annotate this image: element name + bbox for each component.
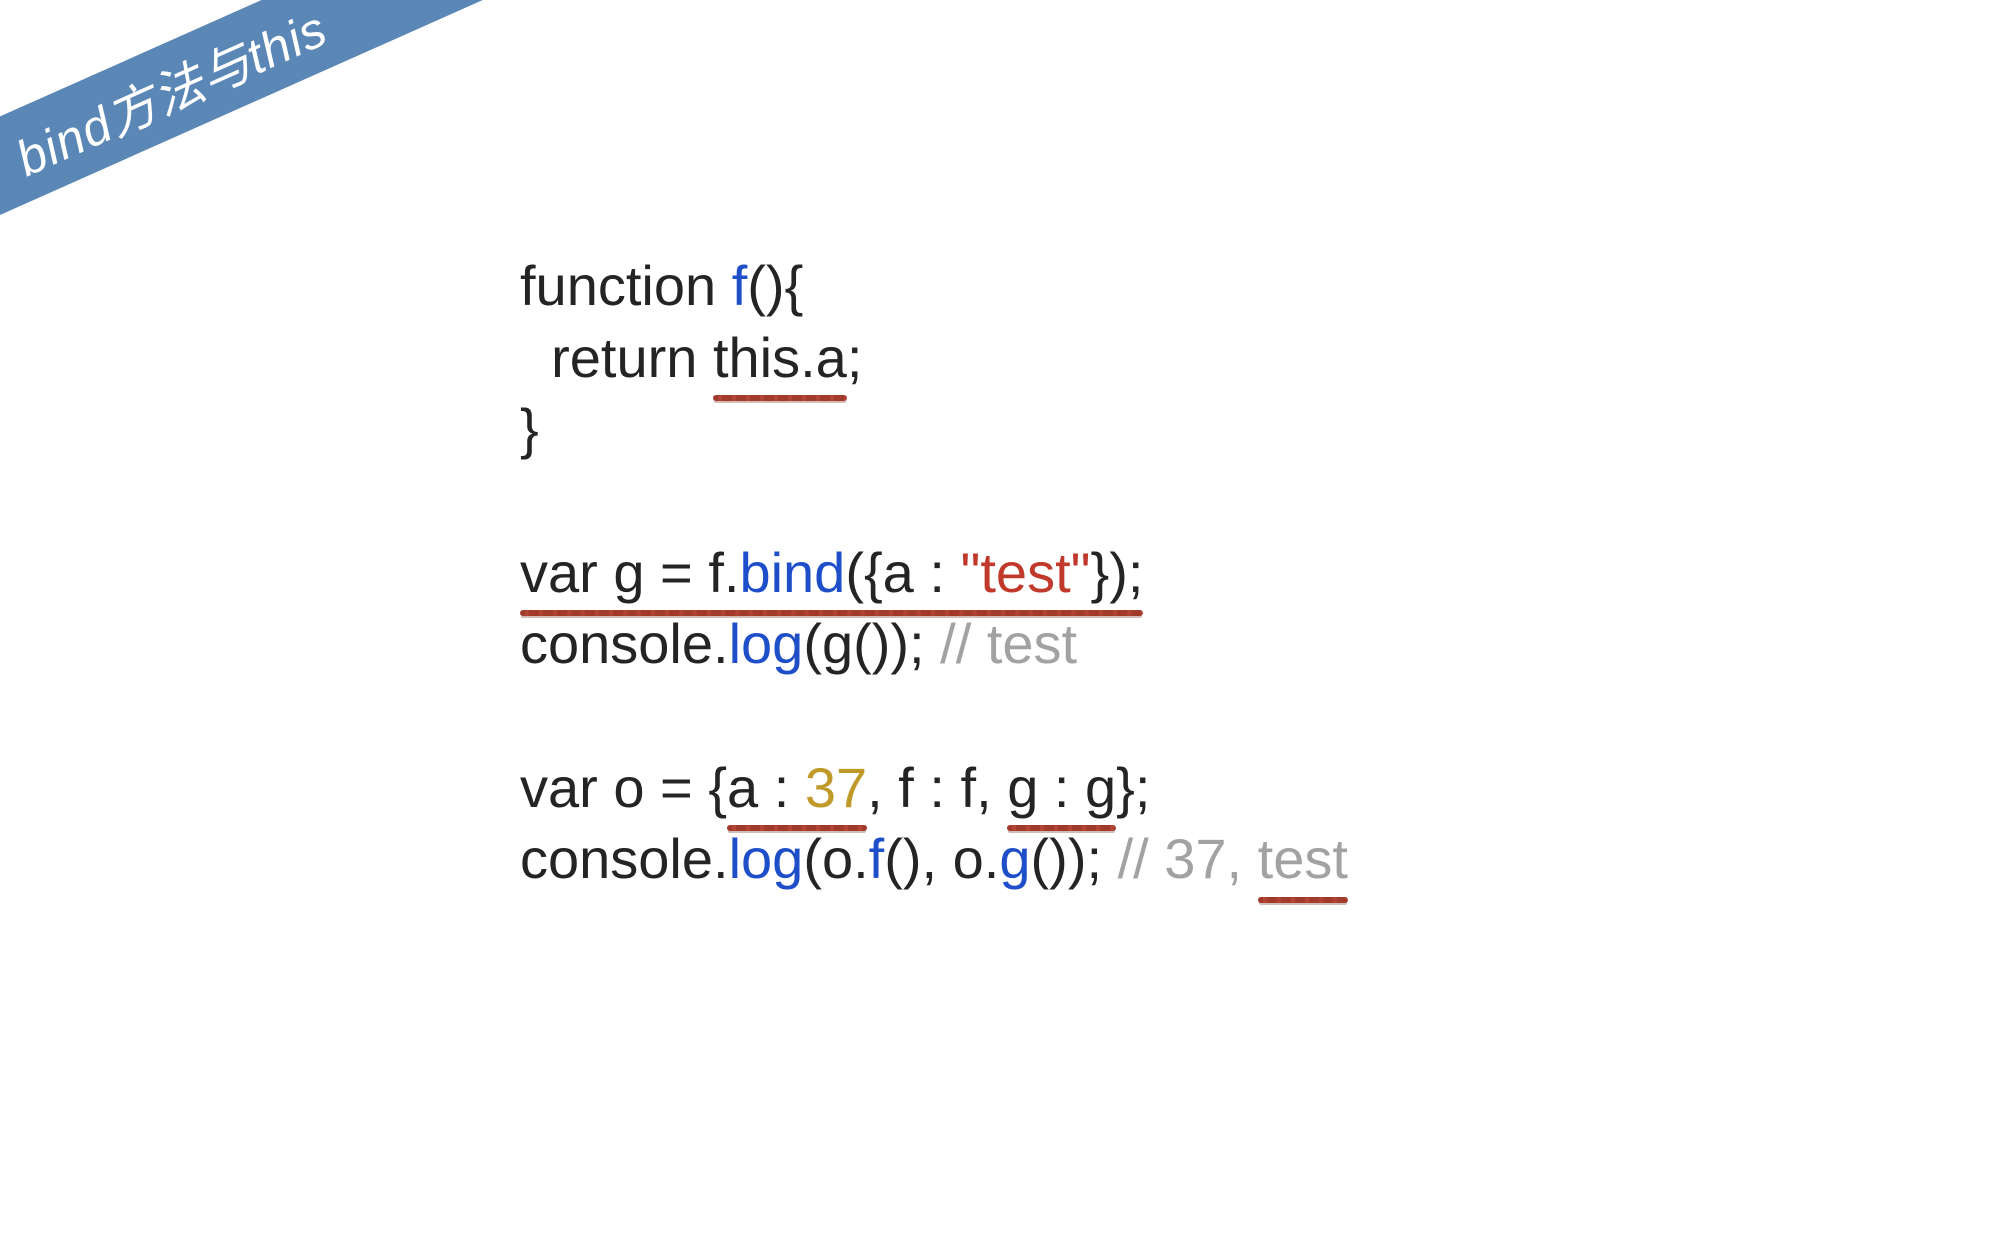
call-g: g: [999, 827, 1030, 890]
code-text: console.: [520, 612, 729, 675]
keyword-return: return: [520, 326, 713, 389]
code-block: function f(){ return this.a; } var g = f…: [520, 250, 1348, 895]
code-text: var g = f.: [520, 541, 739, 604]
call-f: f: [869, 827, 885, 890]
code-line-2: return this.a;: [520, 322, 1348, 394]
code-text: , f : f,: [867, 756, 1007, 819]
code-line-3: }: [520, 393, 1348, 465]
method-log: log: [729, 827, 804, 890]
code-text: a :: [727, 756, 805, 819]
code-text: });: [1091, 541, 1144, 604]
code-text: console.: [520, 827, 729, 890]
code-blank-1: [520, 465, 1348, 537]
code-text: ({a :: [845, 541, 960, 604]
number-37: 37: [805, 756, 867, 819]
code-line-8: var o = {a : 37, f : f, g : g};: [520, 752, 1348, 824]
code-text: (g());: [803, 612, 940, 675]
comment-test-ul: test: [1258, 823, 1348, 895]
prop-g: g : g: [1007, 752, 1116, 824]
code-text: ;: [847, 326, 863, 389]
comment-37: // 37,: [1118, 827, 1258, 890]
code-line-9: console.log(o.f(), o.g()); // 37, test: [520, 823, 1348, 895]
code-blank-2: [520, 680, 1348, 752]
expr-this-a: this.a: [713, 322, 847, 394]
method-bind: bind: [739, 541, 845, 604]
code-text: (), o.: [884, 827, 999, 890]
method-log: log: [729, 612, 804, 675]
code-line-5: var g = f.bind({a : "test"});: [520, 537, 1348, 609]
brace-close: }: [520, 397, 539, 460]
code-text: ());: [1031, 827, 1118, 890]
code-text: (o.: [803, 827, 868, 890]
function-name-f: f: [732, 254, 748, 317]
string-test: "test": [960, 541, 1090, 604]
comment-test: // test: [940, 612, 1077, 675]
ribbon-title: bind方法与this: [3, 0, 337, 191]
slide-ribbon: bind方法与this: [0, 0, 508, 273]
code-text: };: [1116, 756, 1150, 819]
code-line-6: console.log(g()); // test: [520, 608, 1348, 680]
keyword-function: function: [520, 254, 732, 317]
code-text: (){: [747, 254, 803, 317]
code-text: var o = {: [520, 756, 727, 819]
code-line-1: function f(){: [520, 250, 1348, 322]
